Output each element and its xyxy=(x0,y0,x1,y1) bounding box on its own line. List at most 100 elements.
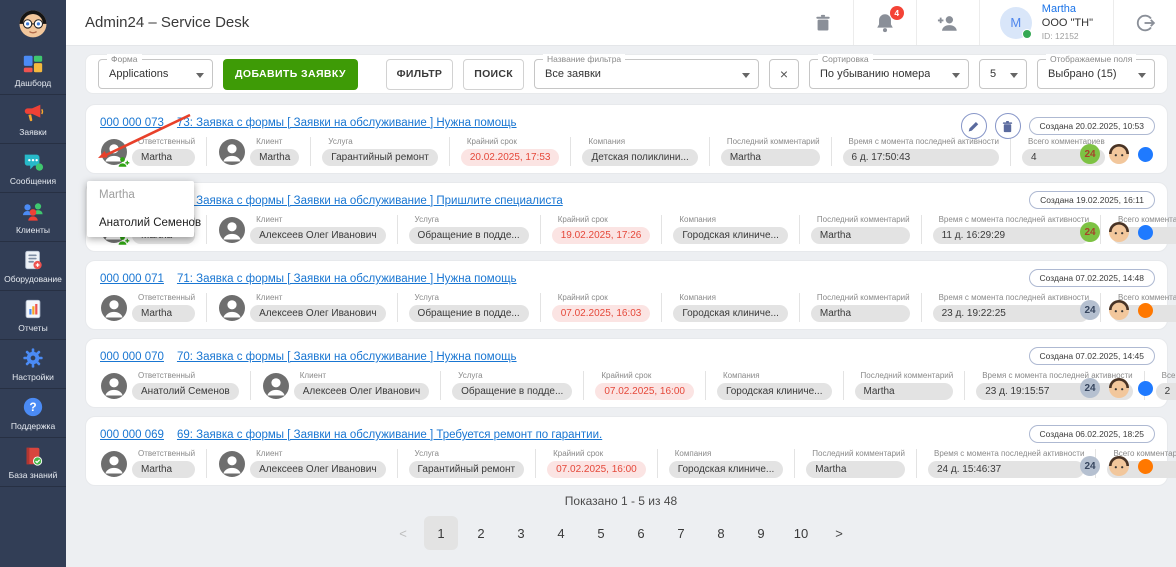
notification-count-badge: 4 xyxy=(890,6,904,20)
form-select[interactable]: Форма Applications xyxy=(98,59,213,89)
ticket-field: Услуга Обращение в подде... xyxy=(397,215,529,244)
ticket-field: Последний комментарий Martha xyxy=(843,371,954,400)
field-label: Крайний срок xyxy=(601,371,694,380)
sidebar-item-label: Поддержка xyxy=(11,421,55,431)
ticket-list: 000 000 07373: Заявка с формы [ Заявки н… xyxy=(85,104,1168,486)
ticket-field: Крайний срок 07.02.2025, 16:00 xyxy=(583,371,694,400)
field-value: Martha xyxy=(132,461,195,478)
user-menu[interactable]: M Martha ООО "ТН" ID: 12152 xyxy=(979,0,1113,45)
add-ticket-button[interactable]: ДОБАВИТЬ ЗАЯВКУ xyxy=(223,59,358,90)
sidebar-item-tickets[interactable]: Заявки xyxy=(0,95,66,144)
notifications-button[interactable]: 4 xyxy=(874,12,896,34)
filter-name-select[interactable]: Название фильтра Все заявки xyxy=(534,59,759,89)
client-face-icon xyxy=(1109,378,1129,398)
trash-icon xyxy=(813,13,833,33)
user-name: Martha xyxy=(1042,3,1093,17)
sidebar-item-support[interactable]: ? Поддержка xyxy=(0,389,66,438)
page-button[interactable]: 1 xyxy=(424,516,458,550)
pencil-icon xyxy=(967,120,980,133)
assignee-option[interactable]: Анатолий Семенов xyxy=(87,209,194,237)
sidebar-item-label: Настройки xyxy=(12,372,54,382)
ticket-fields: Ответственный Анатолий Семенов Клиент Ал… xyxy=(100,371,1153,400)
field-value: Martha xyxy=(855,383,954,400)
field-label: Последний комментарий xyxy=(861,371,954,380)
filter-name-label: Название фильтра xyxy=(543,54,625,64)
field-label: Услуга xyxy=(415,215,529,224)
field-label: Компания xyxy=(723,371,832,380)
field-value: Martha xyxy=(132,149,195,166)
clear-filter-button[interactable]: × xyxy=(769,59,799,89)
page-button[interactable]: 10 xyxy=(784,516,818,550)
support-question-icon: ? xyxy=(22,396,44,418)
per-page-select[interactable]: 5 xyxy=(979,59,1027,89)
person-avatar xyxy=(262,372,290,400)
prev-page-button[interactable]: < xyxy=(388,516,418,550)
ticket-number: 000 000 071 xyxy=(100,273,164,285)
field-label: Компания xyxy=(679,215,788,224)
trash-button[interactable] xyxy=(813,13,833,33)
page-button[interactable]: 2 xyxy=(464,516,498,550)
visible-fields-select[interactable]: Отображаемые поля Выбрано (15) xyxy=(1037,59,1155,89)
logout-button[interactable] xyxy=(1134,12,1156,34)
sidebar-item-reports[interactable]: Отчеты xyxy=(0,291,66,340)
field-label: Компания xyxy=(675,449,784,458)
ticket-link[interactable]: 000 000 07070: Заявка с формы [ Заявки н… xyxy=(100,351,517,363)
search-button[interactable]: ПОИСК xyxy=(463,59,524,90)
sort-select[interactable]: Сортировка По убыванию номера xyxy=(809,59,969,89)
ticket-link[interactable]: 000 000 06969: Заявка с формы [ Заявки н… xyxy=(100,429,602,441)
sidebar-item-knowledge-base[interactable]: База знаний xyxy=(0,438,66,487)
app-logo[interactable] xyxy=(0,0,66,46)
field-label: Ответственный xyxy=(138,449,195,458)
sidebar-item-dashboard[interactable]: Дашборд xyxy=(0,46,66,95)
page-button[interactable]: 8 xyxy=(704,516,738,550)
filter-button[interactable]: ФИЛЬТР xyxy=(386,59,454,90)
page-button[interactable]: 7 xyxy=(664,516,698,550)
add-user-button[interactable] xyxy=(937,12,959,34)
field-value: 07.02.2025, 16:00 xyxy=(595,383,694,400)
person-icon xyxy=(218,138,246,166)
sidebar-item-equipment[interactable]: Оборудование xyxy=(0,242,66,291)
delete-button[interactable] xyxy=(995,113,1021,139)
ticket-title: 70: Заявка с формы [ Заявки на обслужива… xyxy=(177,351,517,363)
assignee-dropdown: Martha Анатолий Семенов xyxy=(87,181,194,237)
top-header: Admin24 – Service Desk 4 M Martha ООО "Т… xyxy=(66,0,1176,46)
person-add-icon xyxy=(937,12,959,34)
page-button[interactable]: 5 xyxy=(584,516,618,550)
ticket-field: Время с момента последней активности 24 … xyxy=(916,449,1084,478)
person-avatar xyxy=(100,450,128,478)
sidebar-item-clients[interactable]: Клиенты xyxy=(0,193,66,242)
assignee-option-current[interactable]: Martha xyxy=(87,181,194,209)
field-label: Компания xyxy=(588,137,697,146)
ticket-badges: 24 xyxy=(1080,144,1153,164)
ticket-field: Время с момента последней активности 6 д… xyxy=(831,137,999,166)
ticket-link[interactable]: 000 000 07373: Заявка с формы [ Заявки н… xyxy=(100,117,517,129)
sidebar-item-messages[interactable]: Сообщения xyxy=(0,144,66,193)
field-value: Martha xyxy=(132,305,195,322)
assign-user-icon[interactable] xyxy=(118,155,130,167)
field-label: Услуга xyxy=(415,449,525,458)
field-label: Услуга xyxy=(328,137,438,146)
field-label: Время с момента последней активности xyxy=(934,449,1084,458)
page-button[interactable]: 3 xyxy=(504,516,538,550)
edit-button[interactable] xyxy=(961,113,987,139)
next-page-button[interactable]: > xyxy=(824,516,854,550)
ticket-link[interactable]: 000 000 07171: Заявка с формы [ Заявки н… xyxy=(100,273,517,285)
field-value: 07.02.2025, 16:03 xyxy=(552,305,651,322)
chat-icon xyxy=(22,151,44,173)
field-label: Ответственный xyxy=(138,293,195,302)
ticket-field: Компания Детская поликлини... xyxy=(570,137,697,166)
field-label: Крайний срок xyxy=(558,293,651,302)
sidebar-item-settings[interactable]: Настройки xyxy=(0,340,66,389)
ticket-badges: 24 xyxy=(1080,300,1153,320)
page-button[interactable]: 9 xyxy=(744,516,778,550)
page-button[interactable]: 4 xyxy=(544,516,578,550)
field-label: Время с момента последней активности xyxy=(939,215,1089,224)
client-face-icon xyxy=(1109,144,1129,164)
field-value: Martha xyxy=(811,305,910,322)
field-value: Обращение в подде... xyxy=(409,305,529,322)
ticket-number: 000 000 073 xyxy=(100,117,164,129)
form-select-value: Applications xyxy=(109,68,168,80)
ticket-badges: 24 xyxy=(1080,378,1153,398)
status-dot xyxy=(1138,147,1153,162)
page-button[interactable]: 6 xyxy=(624,516,658,550)
